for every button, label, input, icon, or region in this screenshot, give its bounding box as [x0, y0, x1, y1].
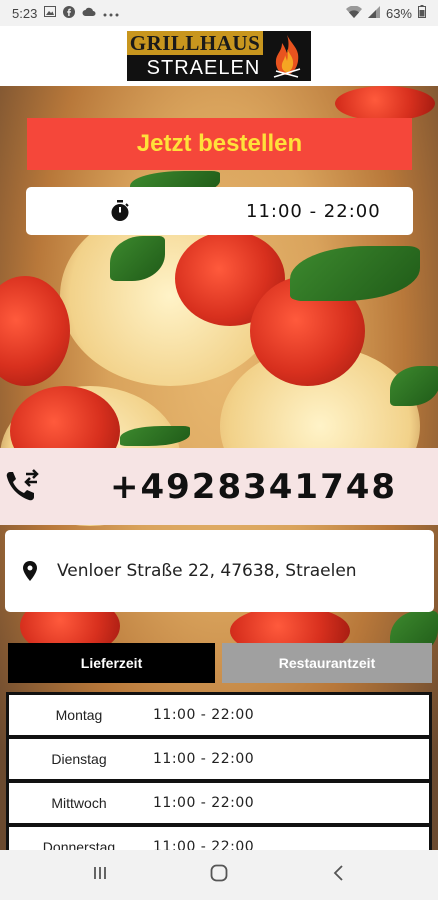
schedule-hours: 11:00 - 22:00	[153, 795, 255, 811]
schedule-day: Donnerstag	[42, 839, 116, 850]
order-now-button[interactable]: Jetzt bestellen	[27, 118, 412, 170]
battery-percent: 63%	[385, 5, 412, 21]
schedule-day: Mittwoch	[51, 795, 107, 811]
back-icon	[332, 864, 344, 887]
flame-icon	[263, 31, 312, 81]
cloud-icon	[82, 6, 96, 20]
recent-apps-icon	[92, 865, 108, 886]
tab-delivery-time[interactable]: Lieferzeit	[8, 643, 215, 683]
logo-line1: GRILLHAUS	[126, 31, 264, 55]
image-icon	[44, 6, 57, 20]
table-row: Donnerstag 11:00 - 22:00	[9, 827, 429, 850]
schedule-hours: 11:00 - 22:00	[153, 751, 255, 767]
battery-icon	[418, 5, 426, 21]
tab-restaurant-time[interactable]: Restaurantzeit	[222, 643, 432, 683]
home-icon	[210, 864, 228, 887]
order-now-label: Jetzt bestellen	[136, 130, 303, 157]
address-text: Venloer Straße 22, 47638, Straelen	[57, 561, 357, 581]
phone-call-bar[interactable]: +4928341748	[0, 448, 438, 525]
back-button[interactable]	[308, 855, 368, 895]
phone-forward-icon	[4, 468, 42, 509]
table-row: Montag 11:00 - 22:00	[9, 695, 429, 735]
more-icon	[103, 6, 119, 20]
schedule-hours: 11:00 - 22:00	[153, 707, 255, 723]
signal-icon	[367, 5, 380, 21]
logo: GRILLHAUS STRAELEN	[126, 31, 312, 81]
facebook-icon	[63, 5, 76, 21]
schedule-table: Montag 11:00 - 22:00 Dienstag 11:00 - 22…	[6, 692, 432, 850]
schedule-day: Montag	[55, 707, 103, 723]
logo-line2: STRAELEN	[126, 55, 264, 81]
location-pin-icon	[23, 561, 37, 586]
opening-hours-text: 11:00 - 22:00	[246, 201, 381, 222]
stopwatch-icon	[110, 200, 130, 227]
system-nav-bar	[0, 850, 438, 900]
app-header: GRILLHAUS STRAELEN	[0, 26, 438, 86]
home-button[interactable]	[189, 855, 249, 895]
status-time: 5:23	[12, 5, 38, 21]
phone-number[interactable]: +4928341748	[110, 467, 397, 507]
schedule-day: Dienstag	[51, 751, 107, 767]
schedule-hours: 11:00 - 22:00	[153, 839, 255, 850]
table-row: Mittwoch 11:00 - 22:00	[9, 783, 429, 823]
wifi-icon	[345, 5, 362, 21]
address-card[interactable]: Venloer Straße 22, 47638, Straelen	[5, 530, 434, 612]
table-row: Dienstag 11:00 - 22:00	[9, 739, 429, 779]
opening-hours-card: 11:00 - 22:00	[26, 187, 413, 235]
status-bar: 5:23 63%	[0, 0, 438, 26]
recent-apps-button[interactable]	[70, 855, 130, 895]
